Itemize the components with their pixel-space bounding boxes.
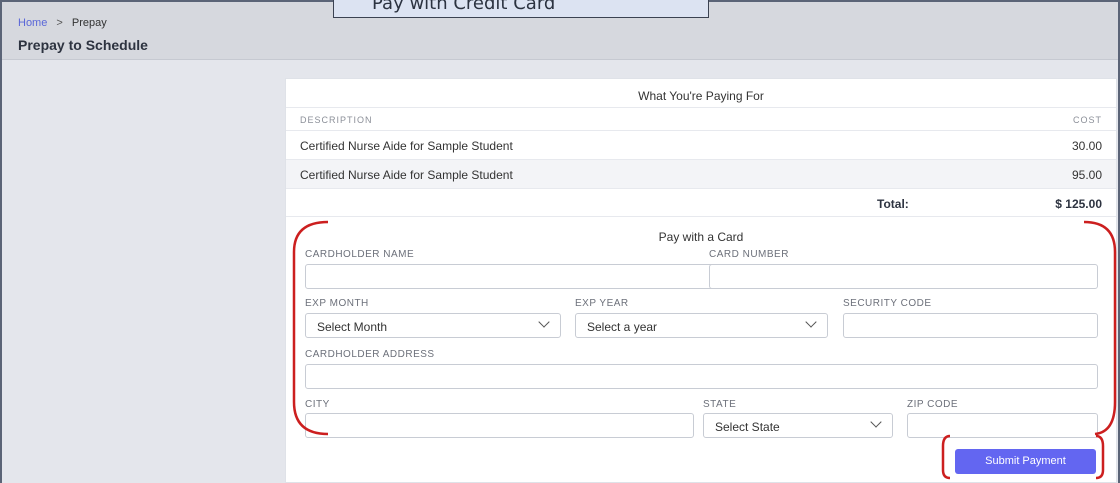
total-label: Total:: [877, 197, 909, 211]
exp-year-select[interactable]: Select a year: [575, 313, 828, 338]
breadcrumb-current: Prepay: [71, 17, 107, 29]
exp-month-select[interactable]: Select Month: [305, 313, 561, 338]
exp-month-label: EXP MONTH: [305, 298, 369, 309]
zip-code-input[interactable]: [907, 413, 1098, 438]
breadcrumb-separator: >: [56, 17, 63, 29]
column-header-description: DESCRIPTION: [300, 115, 373, 125]
breadcrumb-home-link[interactable]: Home: [18, 17, 47, 29]
chevron-down-icon: [538, 316, 550, 328]
breadcrumb: Home > Prepay: [18, 17, 107, 29]
chevron-down-icon: [870, 416, 882, 428]
summary-row: Certified Nurse Aide for Sample Student …: [286, 131, 1116, 160]
chevron-down-icon: [805, 316, 817, 328]
security-code-label: SECURITY CODE: [843, 298, 932, 309]
city-input[interactable]: [305, 413, 694, 438]
card-number-label: CARD NUMBER: [709, 249, 789, 260]
cardholder-name-input[interactable]: [305, 264, 721, 289]
row-cost: 95.00: [1071, 168, 1102, 182]
row-description: Certified Nurse Aide for Sample Student: [300, 168, 513, 182]
total-value: $ 125.00: [1055, 197, 1102, 211]
state-label: STATE: [703, 399, 737, 410]
summary-total-row: Total: $ 125.00: [286, 189, 1116, 217]
card-number-input[interactable]: [709, 264, 1098, 289]
payment-card: What You're Paying For DESCRIPTION COST …: [285, 78, 1117, 483]
state-value: Select State: [715, 420, 780, 434]
exp-year-value: Select a year: [587, 320, 658, 334]
cardholder-name-label: CARDHOLDER NAME: [305, 249, 415, 260]
pay-with-card-title: Pay with a Card: [658, 230, 744, 244]
summary-header-row: DESCRIPTION COST: [286, 108, 1116, 131]
submit-payment-button[interactable]: Submit Payment: [955, 449, 1096, 474]
city-label: CITY: [305, 399, 330, 410]
state-select[interactable]: Select State: [703, 413, 893, 438]
annotation-callout: Pay with Credit Card: [333, 0, 709, 18]
column-header-cost: COST: [1072, 115, 1102, 125]
page-title: Prepay to Schedule: [18, 37, 148, 53]
cardholder-address-label: CARDHOLDER ADDRESS: [305, 349, 435, 360]
row-description: Certified Nurse Aide for Sample Student: [300, 139, 513, 153]
row-cost: 30.00: [1071, 139, 1102, 153]
summary-title: What You're Paying For: [286, 79, 1116, 108]
summary-row: Certified Nurse Aide for Sample Student …: [286, 160, 1116, 189]
cardholder-address-input[interactable]: [305, 364, 1098, 389]
zip-code-label: ZIP CODE: [907, 399, 959, 410]
exp-year-label: EXP YEAR: [575, 298, 629, 309]
security-code-input[interactable]: [843, 313, 1098, 338]
exp-month-value: Select Month: [317, 320, 388, 334]
